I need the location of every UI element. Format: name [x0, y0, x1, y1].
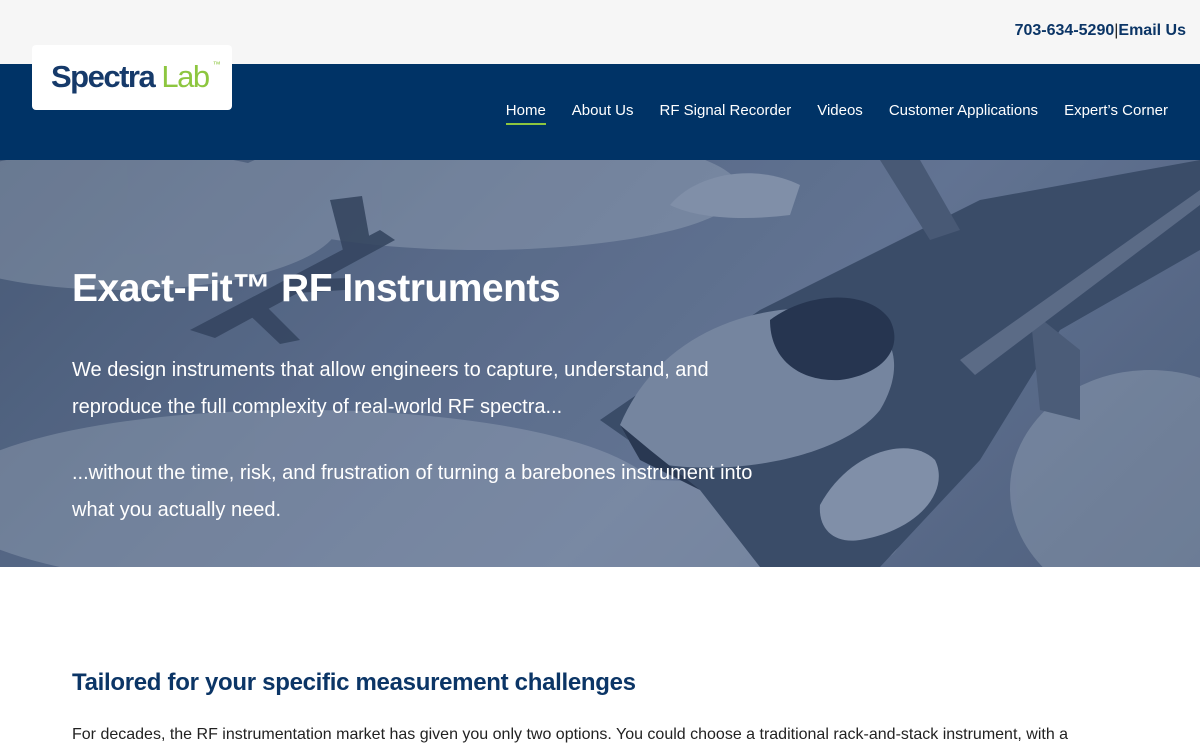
main-nav: Home About Us RF Signal Recorder Videos …	[505, 102, 1168, 125]
hero-paragraph-1: We design instruments that allow enginee…	[72, 359, 709, 418]
hero-banner: Exact-Fit™ RF Instruments We design inst…	[0, 160, 1200, 567]
nav-item-customer-applications[interactable]: Customer Applications	[889, 102, 1038, 125]
hero-paragraph-2: ...without the time, risk, and frustrati…	[72, 462, 753, 521]
nav-item-about-us[interactable]: About Us	[572, 102, 634, 125]
logo-trademark: ™	[212, 60, 221, 69]
phone-link[interactable]: 703-634-5290	[1015, 22, 1115, 39]
nav-item-experts-corner[interactable]: Expert’s Corner	[1064, 102, 1168, 125]
site-logo[interactable]: Spectra Lab ™	[32, 45, 232, 110]
nav-item-videos[interactable]: Videos	[817, 102, 863, 125]
logo-wordmark: Spectra Lab ™	[51, 59, 221, 95]
contact-links: 703-634-5290|Email Us	[1015, 22, 1186, 40]
section-body-text: For decades, the RF instrumentation mark…	[72, 726, 1069, 743]
logo-word-spectra: Spectra	[51, 59, 156, 94]
nav-item-home[interactable]: Home	[505, 102, 546, 125]
hero-title: Exact-Fit™ RF Instruments	[72, 267, 561, 310]
nav-item-rf-signal-recorder[interactable]: RF Signal Recorder	[660, 102, 792, 125]
email-link[interactable]: Email Us	[1118, 22, 1186, 39]
section-title: Tailored for your specific measurement c…	[72, 669, 636, 696]
logo-word-lab: Lab	[161, 59, 210, 94]
